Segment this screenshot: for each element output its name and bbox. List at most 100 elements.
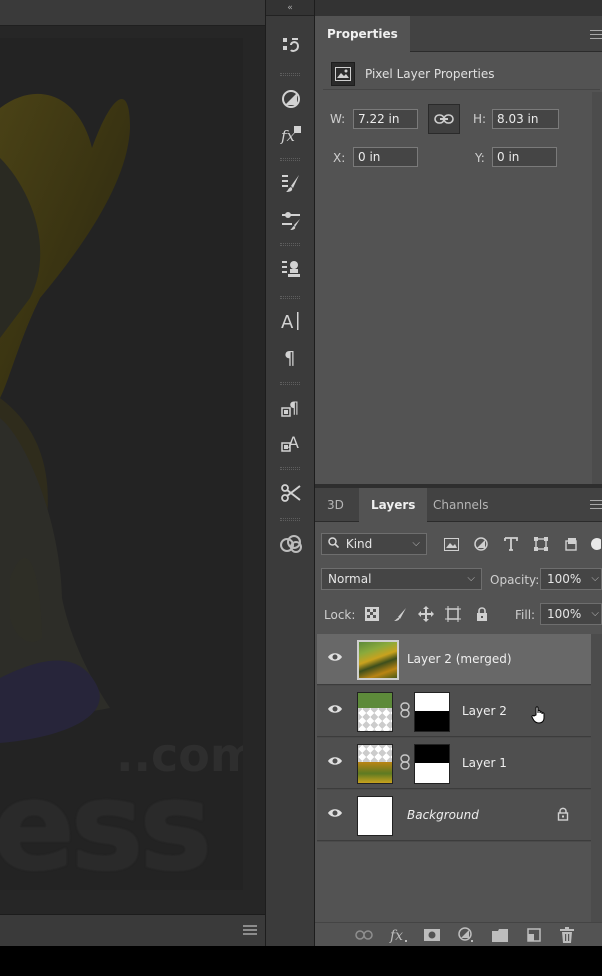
properties-scrollbar[interactable] [592, 92, 602, 502]
styles-icon[interactable]: fx [278, 122, 304, 148]
y-field[interactable]: 0 in [492, 147, 557, 167]
visibility-eye-icon[interactable] [327, 651, 345, 667]
clone-source-icon[interactable] [278, 256, 304, 282]
filter-pixel-icon[interactable] [440, 533, 462, 555]
panel-group-grip[interactable] [280, 296, 300, 299]
new-fill-adjustment-icon[interactable] [455, 925, 477, 945]
canvas-vertical-scroll-area[interactable] [243, 26, 265, 914]
layers-panel-menu-icon[interactable] [590, 500, 602, 509]
history-icon[interactable] [278, 32, 304, 58]
panel-group-grip[interactable] [280, 467, 300, 470]
chevron-down-icon: ⌵ [467, 573, 475, 584]
filter-type-icon[interactable] [500, 533, 522, 555]
layer-row-layer-1[interactable]: Layer 1 [317, 738, 591, 789]
character-styles-icon[interactable]: A [278, 430, 304, 456]
panel-group-grip[interactable] [280, 518, 300, 521]
layers-scrollbar[interactable] [591, 634, 602, 922]
status-menu-icon[interactable] [243, 925, 257, 935]
x-label: X: [333, 151, 346, 165]
document-tab-bar [0, 0, 265, 26]
panel-group-grip[interactable] [280, 243, 300, 246]
adjustments-icon[interactable] [278, 86, 304, 112]
lock-all-icon[interactable] [471, 603, 493, 625]
panel-dock-header [315, 0, 602, 16]
fill-value: 100% [547, 607, 582, 621]
lock-label: Lock: [324, 608, 356, 622]
layer-row-layer-2[interactable]: Layer 2 [317, 686, 591, 737]
lock-transparent-pixels-icon[interactable] [361, 603, 383, 625]
width-field[interactable]: 7.22 in [353, 109, 418, 129]
filter-kind-label: Kind [345, 537, 373, 551]
panel-group-grip[interactable] [280, 158, 300, 161]
collapse-panels-button[interactable]: « [266, 0, 314, 16]
y-label: Y: [475, 151, 485, 165]
paragraph-styles-icon[interactable]: ¶ [278, 395, 304, 421]
properties-title: Pixel Layer Properties [365, 67, 495, 81]
properties-panel-menu-icon[interactable] [590, 30, 602, 39]
fill-field[interactable]: 100% ⌵ [540, 603, 602, 625]
link-dimensions-button[interactable] [428, 104, 460, 134]
mask-link-icon[interactable] [400, 702, 410, 722]
mask-link-icon[interactable] [400, 754, 410, 774]
panel-group-grip[interactable] [280, 382, 300, 385]
opacity-field[interactable]: 100% ⌵ [540, 568, 602, 590]
properties-tab-bar: Properties [315, 16, 602, 52]
creative-cloud-libraries-icon[interactable] [278, 531, 304, 557]
layer-mask-thumbnail[interactable] [414, 692, 450, 732]
document-canvas-area[interactable]: ..com ess [0, 0, 265, 946]
blend-mode-select[interactable]: Normal ⌵ [321, 568, 482, 590]
tab-layers[interactable]: Layers [359, 488, 428, 522]
layers-footer-toolbar: fx [315, 922, 602, 946]
layer-thumbnail [357, 640, 399, 680]
lock-position-icon[interactable] [415, 603, 437, 625]
properties-panel: Pixel Layer Properties W: 7.22 in H: 8.0… [315, 52, 602, 502]
x-field[interactable]: 0 in [353, 147, 418, 167]
visibility-eye-icon[interactable] [327, 755, 345, 771]
layers-panel: Kind ⌵ Normal ⌵ Opacity: 100% ⌵ Lock: Fi… [315, 522, 602, 922]
tool-presets-icon[interactable] [278, 480, 304, 506]
lock-image-pixels-icon[interactable] [389, 603, 411, 625]
filter-smart-object-icon[interactable] [560, 533, 582, 555]
svg-text:A: A [288, 433, 299, 452]
paragraph-icon[interactable]: ¶ [278, 344, 304, 370]
collapsed-panel-strip: « fx A ¶ ¶ A [265, 0, 315, 946]
link-layers-icon[interactable] [353, 925, 375, 945]
layer-name[interactable]: Background [407, 808, 479, 822]
visibility-eye-icon[interactable] [327, 807, 345, 823]
filter-shape-icon[interactable] [530, 533, 552, 555]
filter-kind-select[interactable]: Kind ⌵ [321, 533, 427, 555]
character-icon[interactable]: A [278, 308, 304, 334]
visibility-eye-icon[interactable] [327, 703, 345, 719]
opacity-value: 100% [547, 572, 582, 586]
layer-name[interactable]: Layer 1 [462, 756, 507, 770]
layer-thumbnail [357, 692, 393, 732]
height-field[interactable]: 8.03 in [492, 109, 559, 129]
add-mask-icon[interactable] [421, 925, 443, 945]
panel-group-grip[interactable] [280, 73, 300, 76]
tab-channels[interactable]: Channels [421, 488, 501, 522]
chevron-down-icon: ⌵ [412, 538, 420, 549]
layer-row-layer-2-merged[interactable]: Layer 2 (merged) [317, 634, 591, 685]
layer-row-background[interactable]: Background [317, 790, 591, 841]
delete-layer-trash-icon[interactable] [556, 925, 578, 945]
height-label: H: [473, 112, 487, 126]
brush-presets-icon[interactable] [278, 170, 304, 196]
layer-style-fx-icon[interactable]: fx [388, 925, 410, 945]
layer-name[interactable]: Layer 2 [462, 704, 507, 718]
lock-artboard-icon[interactable] [442, 603, 464, 625]
filter-toggle-icon[interactable] [587, 533, 601, 555]
layers-empty-area [317, 842, 591, 862]
layer-lock-icon[interactable] [557, 807, 569, 824]
new-layer-icon[interactable] [523, 925, 545, 945]
layer-mask-thumbnail[interactable] [414, 744, 450, 784]
tab-3d[interactable]: 3D [315, 488, 356, 522]
filter-adjustment-icon[interactable] [470, 533, 492, 555]
layer-name[interactable]: Layer 2 (merged) [407, 652, 512, 666]
width-label: W: [330, 112, 346, 126]
pixel-layer-icon [331, 62, 355, 86]
new-group-folder-icon[interactable] [489, 925, 511, 945]
document-image[interactable]: ..com ess [0, 38, 243, 890]
layer-thumbnail [357, 744, 393, 784]
tab-properties[interactable]: Properties [315, 16, 410, 52]
brush-settings-icon[interactable] [278, 207, 304, 233]
